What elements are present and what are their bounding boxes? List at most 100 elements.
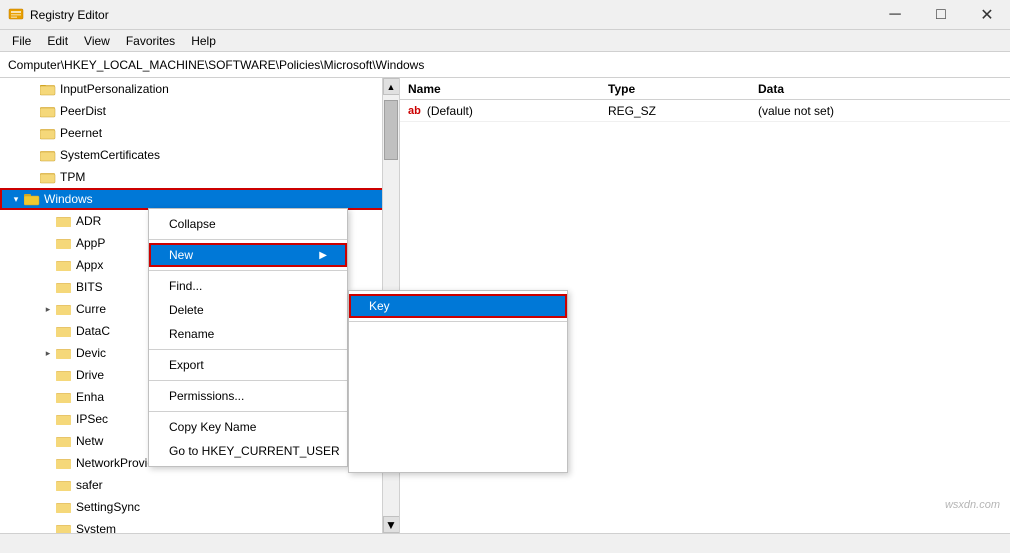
sm-dword-value[interactable]: DWORD (32-bit) Value (349, 373, 567, 397)
expander-icon: ▾ (8, 191, 24, 207)
sm-binary-value[interactable]: Binary Value (349, 349, 567, 373)
expander-icon: ▸ (40, 301, 56, 317)
cm-goto-hkcu[interactable]: Go to HKEY_CURRENT_USER (149, 439, 347, 463)
folder-icon (56, 236, 72, 250)
menu-edit[interactable]: Edit (39, 32, 76, 50)
cm-collapse[interactable]: Collapse (149, 212, 347, 236)
cm-new-label: New (169, 248, 193, 262)
tree-item-inputpersonalization[interactable]: InputPersonalization (0, 78, 399, 100)
expander-icon (40, 499, 56, 515)
scroll-down-btn[interactable]: ▼ (383, 516, 400, 533)
sm-separator-1 (349, 321, 567, 322)
sm-key[interactable]: Key (349, 294, 567, 318)
address-bar: Computer\HKEY_LOCAL_MACHINE\SOFTWARE\Pol… (0, 52, 1010, 78)
expander-icon (40, 257, 56, 273)
maximize-button[interactable]: □ (918, 0, 964, 30)
folder-icon (56, 412, 72, 426)
cm-separator-4 (149, 380, 347, 381)
minimize-button[interactable]: ─ (872, 0, 918, 30)
expander-icon (40, 235, 56, 251)
folder-icon (56, 368, 72, 382)
expander-icon (40, 367, 56, 383)
value-name: (Default) (427, 104, 473, 118)
tree-label: safer (76, 478, 103, 492)
menu-bar: File Edit View Favorites Help (0, 30, 1010, 52)
folder-icon (56, 302, 72, 316)
expander-icon (40, 455, 56, 471)
watermark: wsxdn.com (945, 499, 1000, 511)
menu-file[interactable]: File (4, 32, 39, 50)
folder-icon (40, 126, 56, 140)
folder-icon (40, 170, 56, 184)
tree-item-system[interactable]: System (0, 518, 399, 533)
context-menu: Collapse New ▶ Key String Value Binary V… (148, 208, 348, 467)
expander-icon (40, 389, 56, 405)
col-header-name: Name (400, 80, 600, 98)
cell-name: ab (Default) (400, 102, 600, 120)
expander-icon (24, 125, 40, 141)
folder-icon (56, 434, 72, 448)
tree-label: Netw (76, 434, 103, 448)
tree-item-settingsync[interactable]: SettingSync (0, 496, 399, 518)
folder-icon (56, 478, 72, 492)
scroll-thumb[interactable] (384, 100, 398, 160)
expander-icon (40, 279, 56, 295)
expander-icon (24, 169, 40, 185)
tree-label: Appx (76, 258, 103, 272)
tree-item-peerdist[interactable]: PeerDist (0, 100, 399, 122)
title-bar-controls: ─ □ ✕ (872, 0, 1010, 30)
cm-new[interactable]: New ▶ Key String Value Binary Value DWOR… (149, 243, 347, 267)
title-bar: Registry Editor ─ □ ✕ (0, 0, 1010, 30)
cm-copy-key-name[interactable]: Copy Key Name (149, 415, 347, 439)
tree-item-tpm[interactable]: TPM (0, 166, 399, 188)
folder-icon (56, 324, 72, 338)
tree-label: InputPersonalization (60, 82, 169, 96)
main-content: InputPersonalization PeerDist Peer (0, 78, 1010, 533)
folder-icon (56, 280, 72, 294)
cm-separator-5 (149, 411, 347, 412)
tree-item-safer[interactable]: safer (0, 474, 399, 496)
menu-help[interactable]: Help (183, 32, 224, 50)
expander-icon (40, 323, 56, 339)
scroll-up-btn[interactable]: ▲ (383, 78, 400, 95)
menu-view[interactable]: View (76, 32, 118, 50)
cell-type: REG_SZ (600, 102, 750, 120)
expander-icon (40, 521, 56, 533)
tree-label: SystemCertificates (60, 148, 160, 162)
folder-icon (40, 148, 56, 162)
folder-icon (56, 258, 72, 272)
cm-delete[interactable]: Delete (149, 298, 347, 322)
registry-row: ab (Default) REG_SZ (value not set) (400, 100, 1010, 122)
tree-item-peernet[interactable]: Peernet (0, 122, 399, 144)
tree-label: Enha (76, 390, 104, 404)
cm-separator-1 (149, 239, 347, 240)
app-icon (8, 7, 24, 23)
folder-icon (56, 522, 72, 533)
sm-qword-value[interactable]: QWORD (64-bit) Value (349, 397, 567, 421)
tree-label: AppP (76, 236, 105, 250)
context-menu-wrapper: Collapse New ▶ Key String Value Binary V… (148, 208, 348, 467)
window-title: Registry Editor (30, 8, 109, 22)
title-bar-left: Registry Editor (8, 7, 109, 23)
sm-expandable-value[interactable]: Expandable String Value (349, 445, 567, 469)
right-header: Name Type Data (400, 78, 1010, 100)
expander-icon (40, 411, 56, 427)
tree-item-windows[interactable]: ▾ Windows (0, 188, 399, 210)
folder-icon (56, 214, 72, 228)
cm-permissions[interactable]: Permissions... (149, 384, 347, 408)
menu-favorites[interactable]: Favorites (118, 32, 183, 50)
folder-icon (40, 82, 56, 96)
close-button[interactable]: ✕ (964, 0, 1010, 30)
tree-label: Windows (44, 192, 93, 206)
expander-icon (24, 81, 40, 97)
expander-icon: ▸ (40, 345, 56, 361)
cm-export[interactable]: Export (149, 353, 347, 377)
tree-label: TPM (60, 170, 85, 184)
tree-item-systemcerts[interactable]: SystemCertificates (0, 144, 399, 166)
sm-multistring-value[interactable]: Multi-String Value (349, 421, 567, 445)
address-path: Computer\HKEY_LOCAL_MACHINE\SOFTWARE\Pol… (8, 58, 424, 72)
sm-string-value[interactable]: String Value (349, 325, 567, 349)
cm-rename[interactable]: Rename (149, 322, 347, 346)
tree-label: Drive (76, 368, 104, 382)
cm-find[interactable]: Find... (149, 274, 347, 298)
